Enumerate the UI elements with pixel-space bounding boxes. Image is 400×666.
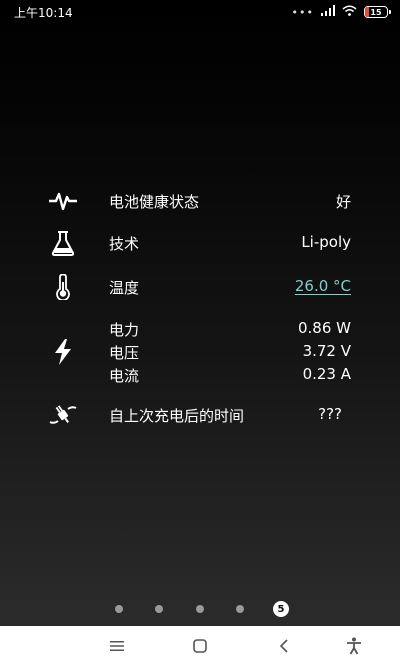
status-bar: 上午10:14 ••• 15 [0, 0, 400, 24]
technology-row: 技术 Li-poly [0, 230, 400, 256]
temperature-label: 温度 [109, 279, 140, 297]
lightning-icon [46, 339, 80, 365]
health-row: 电池健康状态 好 [0, 190, 400, 212]
battery-level: 15 [370, 7, 382, 17]
page-dot-2[interactable] [155, 605, 163, 613]
thermometer-icon [46, 274, 80, 300]
electric-row: 电力 0.86 W 电压 3.72 V 电流 0.23 A [0, 319, 400, 387]
current-label: 电流 [109, 367, 140, 385]
page-dot-4[interactable] [236, 605, 244, 613]
current-value: 0.23 A [302, 365, 351, 383]
page-dot-3[interactable] [196, 605, 204, 613]
technology-value: Li-poly [301, 233, 351, 251]
page-dot-1[interactable] [115, 605, 123, 613]
page-indicator[interactable]: 5 [0, 601, 400, 617]
technology-label: 技术 [109, 235, 140, 253]
wifi-icon [342, 5, 357, 19]
status-icons: ••• 15 [291, 5, 391, 19]
temperature-value-link[interactable]: 26.0 °C [295, 277, 351, 295]
flask-icon [46, 230, 80, 256]
signal-icon [321, 5, 335, 19]
temperature-row: 温度 26.0 °C [0, 274, 400, 300]
since-charge-row: 自上次充电后的时间 ??? [0, 402, 400, 428]
dots-icon: ••• [291, 5, 314, 19]
page-dot-active[interactable]: 5 [273, 601, 289, 617]
status-time: 上午10:14 [14, 5, 73, 20]
back-icon[interactable] [274, 636, 294, 656]
home-icon[interactable] [190, 636, 210, 656]
voltage-label: 电压 [109, 344, 140, 362]
navigation-bar [0, 626, 400, 666]
heartbeat-icon [46, 190, 80, 212]
plug-icon [46, 402, 80, 428]
battery-icon: 15 [364, 6, 391, 18]
health-value: 好 [335, 193, 351, 211]
power-label: 电力 [109, 321, 140, 339]
power-value: 0.86 W [298, 319, 351, 337]
since-charge-value: ??? [318, 405, 342, 423]
since-charge-label: 自上次充电后的时间 [109, 407, 245, 425]
voltage-value: 3.72 V [302, 342, 351, 360]
accessibility-icon[interactable] [344, 636, 364, 656]
menu-icon[interactable] [107, 636, 127, 656]
health-label: 电池健康状态 [109, 193, 200, 211]
